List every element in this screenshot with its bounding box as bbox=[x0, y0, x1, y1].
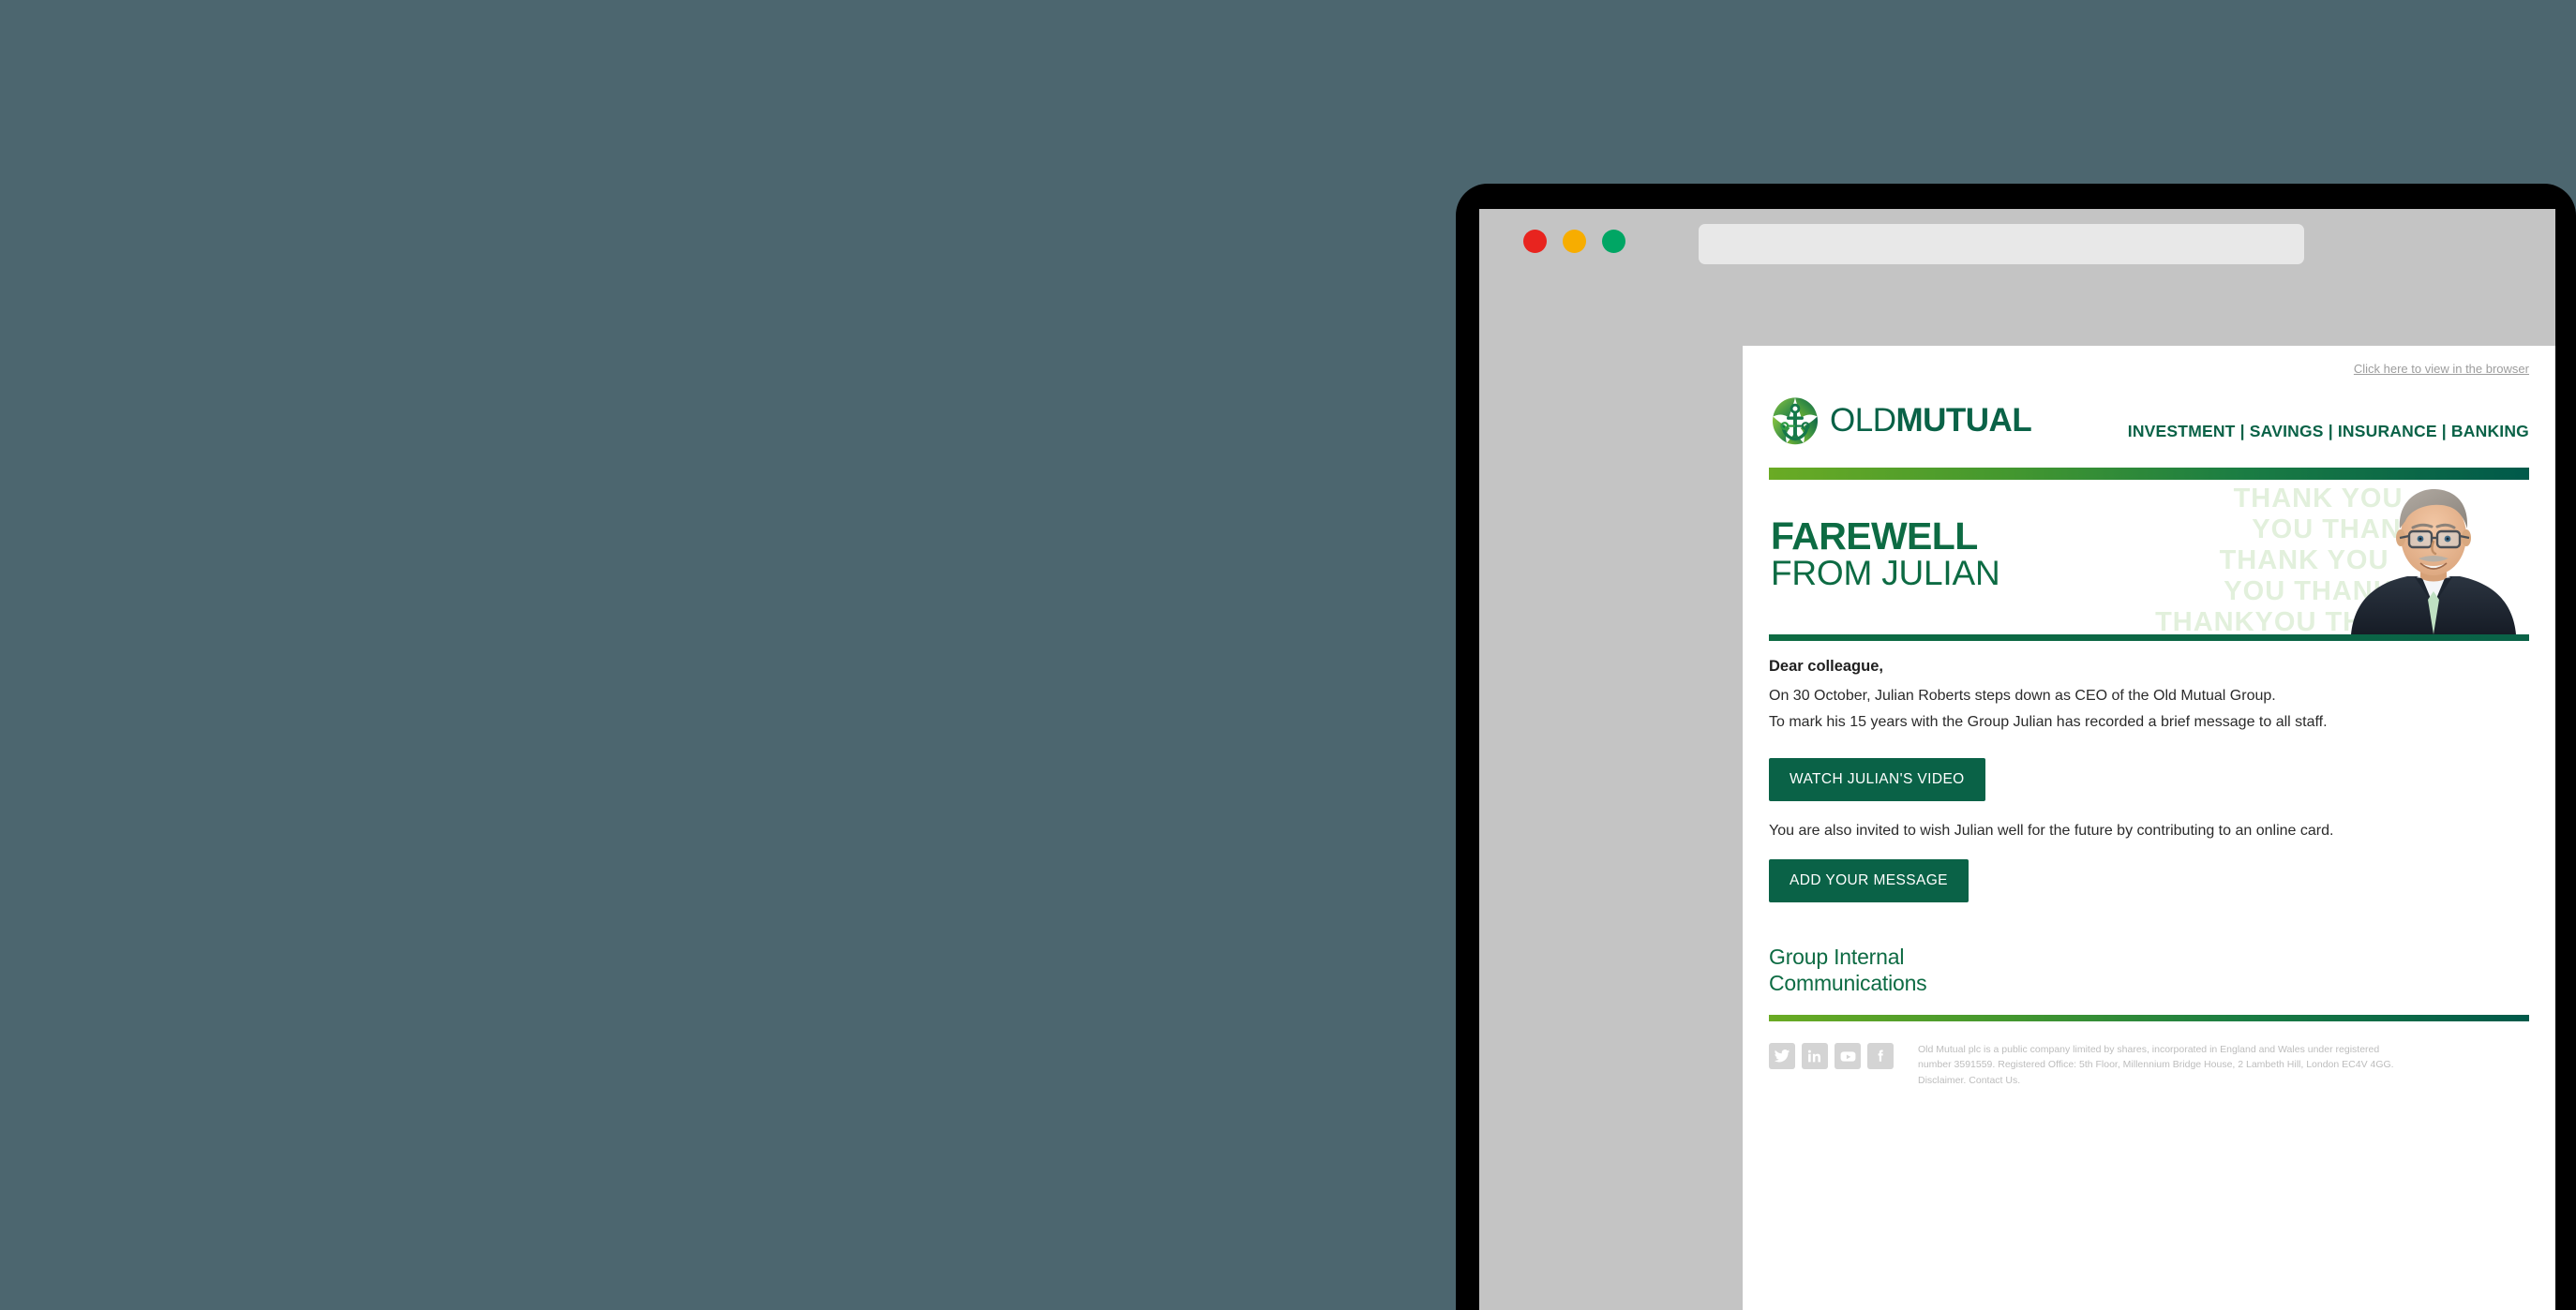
close-window-button[interactable] bbox=[1523, 230, 1547, 253]
address-bar-input[interactable] bbox=[1699, 224, 2304, 264]
old-mutual-anchor-logo-icon bbox=[1772, 397, 1819, 445]
email-card: Click here to view in the browser OLDMUT… bbox=[1743, 346, 2555, 1310]
minimize-window-button[interactable] bbox=[1563, 230, 1586, 253]
youtube-glyph bbox=[1840, 1050, 1855, 1062]
brand-logo[interactable]: OLDMUTUAL bbox=[1769, 394, 2032, 447]
header-nav-taglines: INVESTMENT | SAVINGS | INSURANCE | BANKI… bbox=[2127, 422, 2529, 440]
youtube-icon[interactable] bbox=[1835, 1043, 1861, 1070]
legal-line-1: Old Mutual plc is a public company limit… bbox=[1918, 1044, 2380, 1056]
signoff-line2: Communications bbox=[1769, 971, 1927, 996]
legal-links-row: Disclaimer. Contact Us. bbox=[1918, 1073, 2394, 1088]
linkedin-glyph bbox=[1807, 1049, 1820, 1063]
hero-bottom-rule bbox=[1769, 634, 2529, 641]
hero-headline-line2: FROM JULIAN bbox=[1771, 554, 2000, 593]
browser-window: Click here to view in the browser OLDMUT… bbox=[1479, 209, 2555, 1310]
facebook-glyph bbox=[1878, 1049, 1883, 1062]
view-in-browser-row: Click here to view in the browser bbox=[1743, 346, 2555, 378]
laptop-frame: Click here to view in the browser OLDMUT… bbox=[1456, 184, 2576, 1310]
twitter-glyph bbox=[1774, 1049, 1790, 1063]
brand-wordmark: OLDMUTUAL bbox=[1830, 402, 2032, 439]
email-footer: Old Mutual plc is a public company limit… bbox=[1743, 1021, 2555, 1120]
email-header: OLDMUTUAL INVESTMENT | SAVINGS | INSURAN… bbox=[1743, 378, 2555, 447]
browser-toolbar bbox=[1479, 209, 2555, 273]
view-in-browser-link[interactable]: Click here to view in the browser bbox=[2354, 362, 2529, 376]
email-body: Dear colleague, On 30 October, Julian Ro… bbox=[1743, 641, 2555, 902]
wordmark-mutual: MUTUAL bbox=[1895, 402, 2032, 439]
add-message-button[interactable]: ADD YOUR MESSAGE bbox=[1769, 859, 1969, 902]
hero-headline-line1: FAREWELL bbox=[1771, 514, 1978, 558]
linkedin-icon[interactable] bbox=[1802, 1043, 1828, 1070]
facebook-icon[interactable] bbox=[1867, 1043, 1894, 1070]
hero-headline: FAREWELL FROM JULIAN bbox=[1771, 514, 2000, 593]
twitter-icon[interactable] bbox=[1769, 1043, 1795, 1070]
contact-us-link[interactable]: Contact Us. bbox=[1969, 1075, 2020, 1086]
footer-legal-text: Old Mutual plc is a public company limit… bbox=[1909, 1042, 2394, 1088]
hero-banner: THANK YOU YOU THANK THANK YOU YOU THANK … bbox=[1769, 480, 2529, 634]
disclaimer-link[interactable]: Disclaimer. bbox=[1918, 1075, 1966, 1086]
wordmark-old: OLD bbox=[1830, 402, 1896, 439]
body-paragraph-1: On 30 October, Julian Roberts steps down… bbox=[1769, 688, 2276, 704]
body-paragraph-2: To mark his 15 years with the Group Juli… bbox=[1769, 714, 2328, 730]
julian-roberts-portrait-image bbox=[2351, 489, 2516, 634]
salutation: Dear colleague, bbox=[1769, 658, 1883, 675]
body-paragraph-3: You are also invited to wish Julian well… bbox=[1769, 823, 2334, 839]
page-viewport: Click here to view in the browser OLDMUT… bbox=[1479, 273, 2555, 1310]
legal-line-2: number 3591559. Registered Office: 5th F… bbox=[1918, 1059, 2394, 1071]
signoff-block: Group Internal Communications bbox=[1743, 944, 2555, 996]
maximize-window-button[interactable] bbox=[1602, 230, 1625, 253]
window-controls bbox=[1523, 230, 1625, 253]
social-icon-list bbox=[1769, 1042, 1894, 1070]
signoff-line1: Group Internal bbox=[1769, 945, 1905, 969]
watch-video-button[interactable]: WATCH JULIAN'S VIDEO bbox=[1769, 758, 1985, 801]
brand-gradient-rule-top bbox=[1769, 468, 2529, 480]
brand-gradient-rule-bottom bbox=[1769, 1015, 2529, 1022]
